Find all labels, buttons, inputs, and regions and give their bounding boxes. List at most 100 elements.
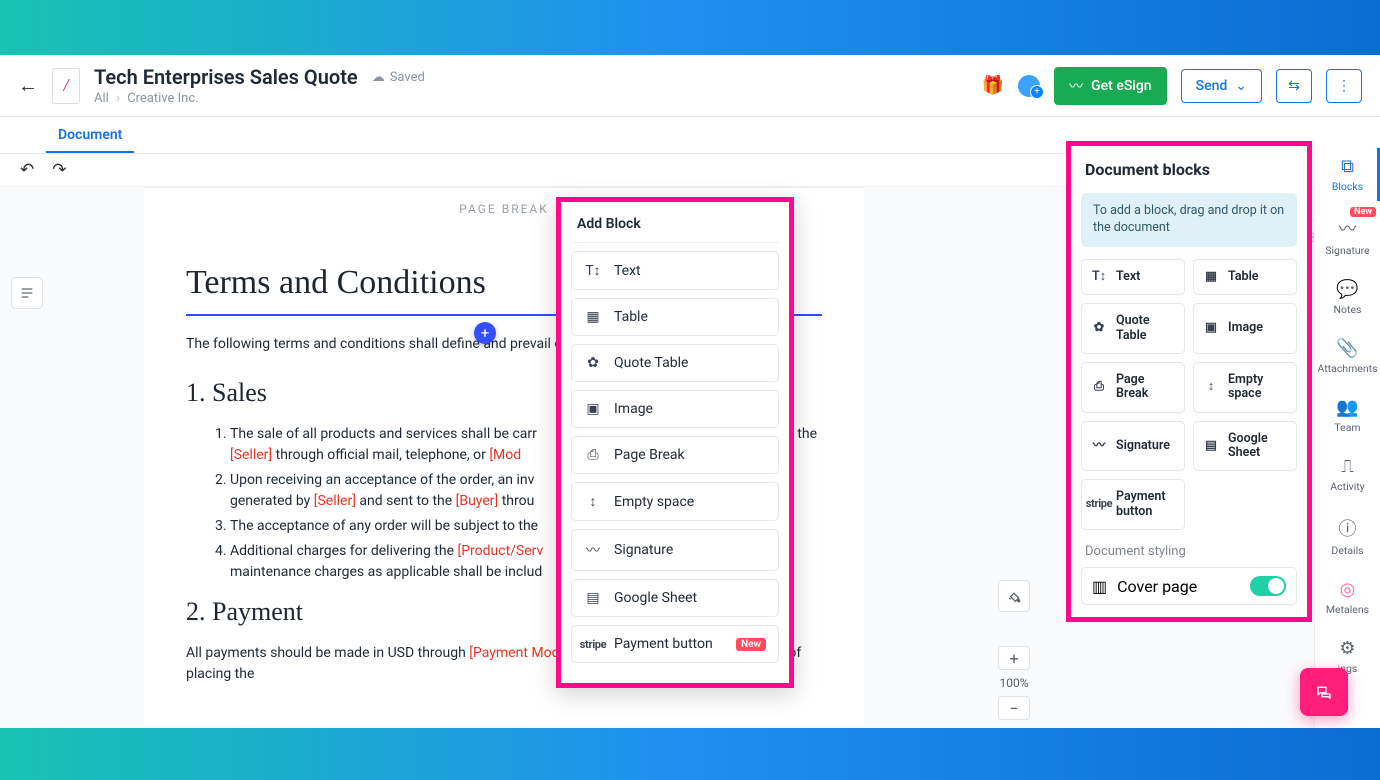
rail-attachments[interactable]: 📎Attachments: [1315, 330, 1380, 383]
add-block-quote-table[interactable]: ✿Quote Table: [571, 344, 779, 382]
blocks-panel-hint: To add a block, drag and drop it on the …: [1081, 193, 1297, 247]
text-icon: T↕: [584, 262, 602, 279]
block-page-break[interactable]: ⎙Page Break: [1081, 362, 1185, 413]
block-image[interactable]: ▣Image: [1193, 303, 1297, 354]
add-block-page-break[interactable]: ⎙Page Break: [571, 436, 779, 474]
activity-icon: ⎍: [1341, 456, 1354, 477]
cover-page-row: ▥ Cover page: [1081, 567, 1297, 605]
cover-page-label: Cover page: [1117, 577, 1197, 596]
table-icon: ▦: [584, 309, 602, 325]
chevron-down-icon: ⌄: [1235, 78, 1247, 94]
zoom-percentage: 100%: [999, 676, 1028, 690]
rail-blocks[interactable]: ⧉Blocks: [1315, 148, 1380, 201]
add-block-text[interactable]: T↕Text: [571, 251, 779, 290]
empty-space-icon: ↕: [1202, 380, 1220, 394]
blocks-icon: ⧉: [1341, 156, 1354, 177]
cover-page-toggle[interactable]: [1250, 576, 1286, 596]
chat-fab[interactable]: [1300, 668, 1348, 716]
signature-icon: 〰: [1090, 439, 1108, 453]
signature-icon: 〰: [584, 540, 602, 560]
back-arrow[interactable]: ←: [18, 73, 38, 98]
new-badge: New: [1350, 207, 1376, 217]
redo-button[interactable]: ↷: [52, 160, 66, 180]
image-icon: ▣: [584, 401, 602, 417]
undo-button[interactable]: ↶: [20, 160, 34, 180]
document-blocks-panel: Document blocks To add a block, drag and…: [1066, 141, 1312, 622]
get-esign-button[interactable]: 〰 Get eSign: [1054, 67, 1166, 105]
rail-team[interactable]: 👥Team: [1315, 389, 1380, 442]
metalens-icon: ◎: [1340, 579, 1356, 600]
breadcrumb-folder[interactable]: Creative Inc.: [127, 91, 198, 106]
document-title[interactable]: Tech Enterprises Sales Quote: [94, 65, 358, 89]
block-quote-table[interactable]: ✿Quote Table: [1081, 303, 1185, 354]
document-thumbnail-icon: /: [52, 68, 80, 104]
outline-toggle-button[interactable]: [11, 277, 43, 309]
zoom-control: + 100% −: [998, 646, 1030, 720]
block-table[interactable]: ▦Table: [1193, 259, 1297, 295]
google-sheet-icon: ▤: [1202, 439, 1220, 453]
google-sheet-icon: ▤: [584, 590, 602, 606]
share-button[interactable]: ⇆: [1276, 69, 1312, 103]
send-button[interactable]: Send ⌄: [1181, 69, 1262, 103]
quote-table-icon: ✿: [584, 355, 602, 371]
empty-space-icon: ↕: [584, 493, 602, 510]
block-text[interactable]: T↕Text: [1081, 259, 1185, 295]
blocks-panel-title: Document blocks: [1081, 158, 1297, 181]
settings-icon: ⚙: [1339, 638, 1355, 659]
app-header: ← / Tech Enterprises Sales Quote ☁ Saved…: [0, 55, 1380, 117]
theme-paint-button[interactable]: [998, 580, 1030, 612]
stripe-icon: stripe: [584, 638, 602, 651]
rail-details[interactable]: ⓘDetails: [1315, 507, 1380, 565]
attachments-icon: 📎: [1336, 338, 1358, 359]
saved-label: Saved: [390, 70, 425, 85]
zoom-out-button[interactable]: −: [998, 696, 1030, 720]
more-vertical-icon: ⋮: [1337, 78, 1351, 94]
add-block-fab[interactable]: +: [474, 322, 496, 344]
quote-table-icon: ✿: [1090, 321, 1108, 335]
new-badge: New: [736, 638, 766, 651]
block-payment-button[interactable]: stripePayment button: [1081, 479, 1185, 530]
rail-metalens[interactable]: ◎Metalens: [1315, 571, 1380, 624]
add-block-empty-space[interactable]: ↕Empty space: [571, 482, 779, 521]
rail-signature[interactable]: New〰Signature: [1315, 207, 1380, 265]
add-block-title: Add Block: [571, 214, 779, 242]
cloud-icon: ☁: [372, 70, 385, 85]
image-icon: ▣: [1202, 321, 1220, 335]
team-icon: 👥: [1336, 397, 1358, 418]
rail-activity[interactable]: ⎍Activity: [1315, 448, 1380, 501]
signature-icon: 〰: [1069, 76, 1083, 96]
styling-section-label: Document styling: [1085, 544, 1297, 559]
page-break-icon: ⎙: [584, 447, 602, 463]
tab-document[interactable]: Document: [46, 117, 134, 153]
block-google-sheet[interactable]: ▤Google Sheet: [1193, 421, 1297, 472]
page-break-icon: ⎙: [1090, 380, 1108, 394]
add-user-avatar-icon[interactable]: [1018, 75, 1040, 97]
rail-notes[interactable]: 💬Notes: [1315, 271, 1380, 324]
more-menu-button[interactable]: ⋮: [1326, 69, 1362, 103]
breadcrumb[interactable]: All › Creative Inc.: [94, 91, 425, 106]
add-block-image[interactable]: ▣Image: [571, 390, 779, 428]
saved-status: ☁ Saved: [372, 70, 425, 85]
table-icon: ▦: [1202, 270, 1220, 284]
notes-icon: 💬: [1336, 279, 1358, 300]
breadcrumb-root[interactable]: All: [94, 91, 109, 106]
gift-icon[interactable]: 🎁: [982, 75, 1004, 96]
send-label: Send: [1196, 78, 1228, 94]
cover-page-icon: ▥: [1092, 577, 1107, 596]
block-signature[interactable]: 〰Signature: [1081, 421, 1185, 472]
block-empty-space[interactable]: ↕Empty space: [1193, 362, 1297, 413]
paint-bucket-icon: [1006, 588, 1022, 604]
add-block-google-sheet[interactable]: ▤Google Sheet: [571, 579, 779, 617]
chat-icon: [1316, 684, 1332, 700]
details-icon: ⓘ: [1339, 515, 1357, 541]
add-block-popover: Add Block T↕Text ▦Table ✿Quote Table ▣Im…: [556, 197, 794, 688]
add-block-table[interactable]: ▦Table: [571, 298, 779, 336]
get-esign-label: Get eSign: [1091, 78, 1151, 94]
add-block-payment-button[interactable]: stripePayment buttonNew: [571, 625, 779, 663]
zoom-in-button[interactable]: +: [998, 646, 1030, 670]
stripe-icon: stripe: [1090, 498, 1108, 511]
add-block-signature[interactable]: 〰Signature: [571, 529, 779, 571]
text-icon: T↕: [1090, 270, 1108, 284]
share-icon: ⇆: [1288, 78, 1300, 94]
right-rail: ⧉Blocks New〰Signature 💬Notes 📎Attachment…: [1314, 140, 1380, 728]
